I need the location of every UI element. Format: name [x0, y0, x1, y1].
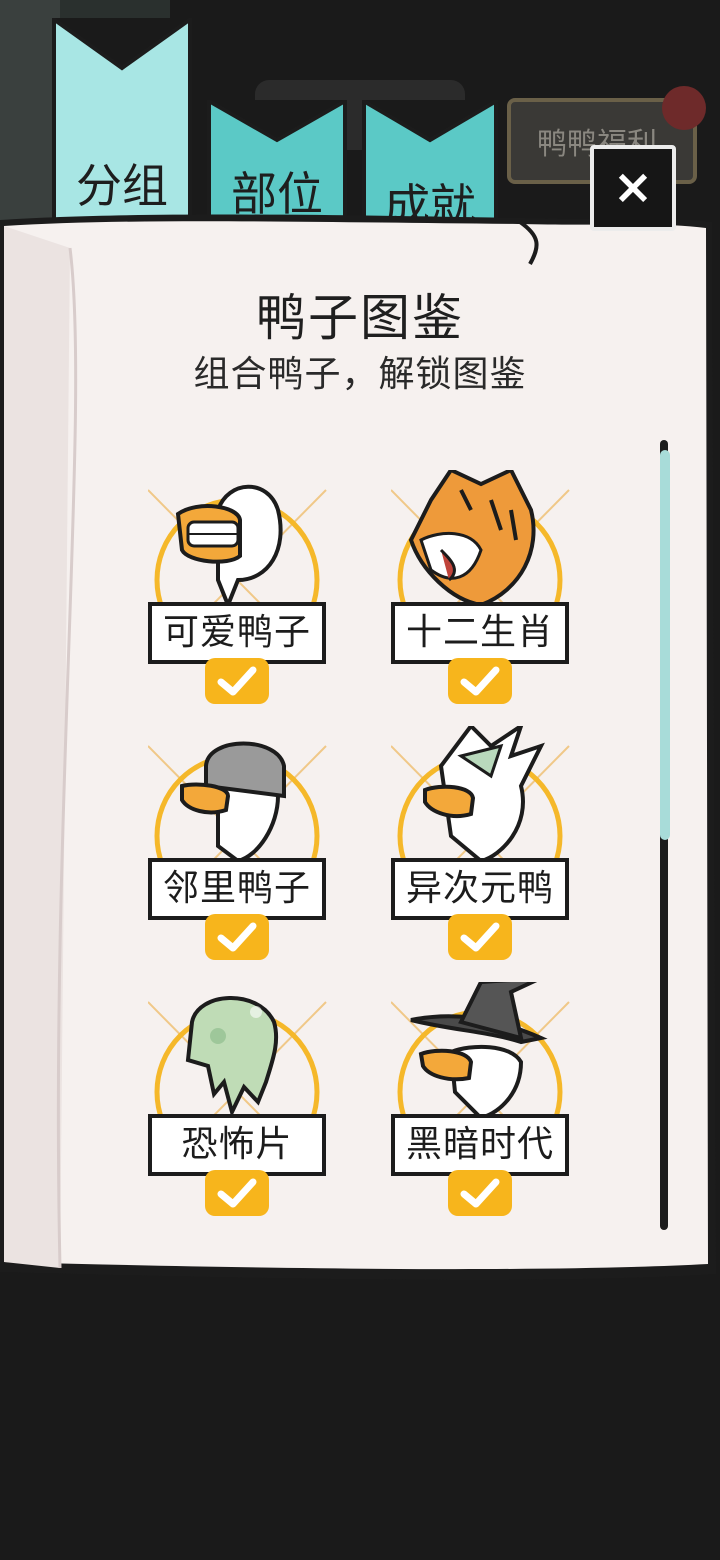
spiky-duck-icon [423, 726, 545, 864]
collection-card[interactable]: 十二生肖集 [391, 470, 591, 707]
slime-duck-icon [185, 996, 279, 1118]
collection-card[interactable]: 黑暗时代 [391, 982, 591, 1216]
tab-notch [362, 100, 498, 143]
page-subtitle: 组合鸭子，解锁图鉴 [193, 354, 527, 395]
check-icon [205, 914, 269, 960]
collection-name: 异次元鸭 [391, 858, 569, 920]
close-button[interactable]: × [590, 145, 676, 231]
collection-card[interactable]: 邻里鸭子 [148, 726, 348, 960]
collection-card[interactable]: 恐怖片 [148, 982, 348, 1216]
collection-name: 可爱鸭子 [148, 602, 326, 664]
check-icon [448, 1170, 512, 1216]
background-wall-edge [0, 0, 60, 230]
witch-hat-duck-icon [410, 982, 548, 1121]
tiger-head-icon [408, 470, 536, 608]
beanie-duck-icon [180, 741, 286, 864]
notification-dot [662, 86, 706, 130]
tab-notch [207, 100, 347, 143]
check-icon [448, 914, 512, 960]
tab-group[interactable]: 分组 [52, 18, 192, 238]
collection-name: 十二生肖集 [391, 602, 569, 707]
collection-name: 邻里鸭子 [148, 858, 326, 920]
collection-name: 恐怖片 [148, 1114, 326, 1176]
collection-card[interactable]: 可爱鸭子 [148, 470, 348, 704]
page-title: 鸭子图鉴 [256, 289, 464, 347]
scrollbar-thumb[interactable] [660, 450, 670, 840]
collection-name: 黑暗时代 [391, 1114, 569, 1176]
check-icon [205, 658, 269, 704]
tab-notch [52, 18, 192, 71]
check-icon [448, 658, 512, 704]
collection-card[interactable]: 异次元鸭 [391, 726, 591, 960]
grinning-duck-icon [175, 484, 283, 610]
tab-group-label: 分组 [76, 159, 168, 213]
check-icon [205, 1170, 269, 1216]
